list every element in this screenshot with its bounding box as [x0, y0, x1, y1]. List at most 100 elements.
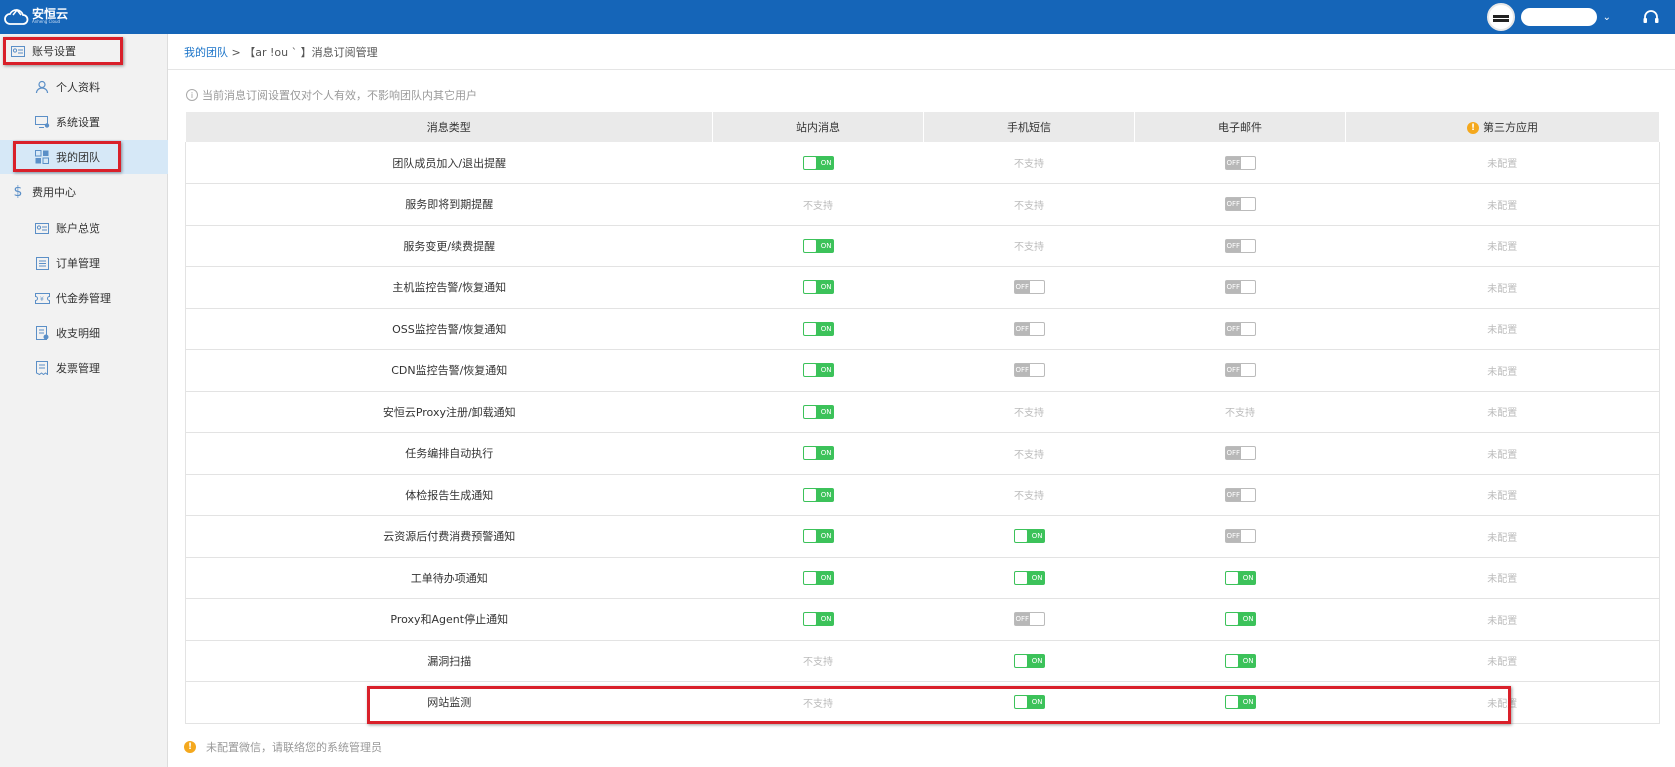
sidebar-item-profile[interactable]: 个人资料 [0, 70, 168, 104]
toggle-in-site[interactable]: ON [802, 155, 834, 170]
toggle-sms[interactable]: OFF [1013, 321, 1045, 336]
table-row: 服务变更/续费提醒 ON 不支持 OFF 未配置 [185, 225, 1660, 267]
breadcrumb-link-my-team[interactable]: 我的团队 [184, 46, 228, 59]
toggle-sms[interactable]: ON [1013, 529, 1045, 544]
toggle-in-site[interactable]: ON [802, 487, 834, 502]
table-row: 网站监测 不支持 ON ON 未配置 [185, 681, 1660, 724]
toggle-label: ON [820, 615, 832, 624]
username-redacted [1520, 8, 1597, 26]
toggle-in-site[interactable]: ON [802, 446, 834, 461]
user-menu[interactable]: ⌄ [1486, 2, 1611, 32]
toggle-in-site[interactable]: ON [802, 404, 834, 419]
cell-status-text: 不支持 [803, 698, 833, 710]
toggle-sms[interactable]: ON [1013, 570, 1045, 585]
cell-status-text: 未配置 [1487, 532, 1518, 544]
sidebar-item-coupon-management[interactable]: ¥ 代金券管理 [0, 281, 168, 315]
sidebar-item-label: 我的团队 [56, 151, 100, 164]
toggle-label: OFF [1226, 283, 1241, 292]
toggle-email[interactable]: ON [1224, 570, 1256, 585]
toggle-sms[interactable]: OFF [1013, 612, 1045, 627]
sidebar-group-label: 账号设置 [32, 45, 76, 58]
toggle-label: OFF [1226, 490, 1241, 499]
cell-third-party: 未配置 [1345, 640, 1660, 682]
footer-note-text: 未配置微信，请联络您的系统管理员 [206, 741, 382, 754]
toggle-in-site[interactable]: ON [802, 238, 834, 253]
table-row: OSS监控告警/恢复通知 ON OFF OFF 未配置 [185, 308, 1660, 350]
cell-status-text: 未配置 [1487, 449, 1518, 461]
toggle-email[interactable]: OFF [1224, 487, 1256, 502]
cell-message-type: 工单待办项通知 [185, 557, 713, 599]
toggle-label: OFF [1226, 366, 1241, 375]
toggle-label: ON [820, 532, 832, 541]
toggle-email[interactable]: OFF [1224, 280, 1256, 295]
cell-sms: 不支持 [923, 391, 1135, 433]
toggle-in-site[interactable]: ON [802, 363, 834, 378]
sidebar-item-label: 收支明细 [56, 327, 100, 340]
cell-third-party: 未配置 [1345, 515, 1660, 558]
headset-icon[interactable] [1641, 7, 1661, 27]
toggle-sms[interactable]: ON [1013, 695, 1045, 710]
user-icon [34, 80, 50, 94]
sidebar-group-account-settings[interactable]: 账号设置 [0, 34, 168, 68]
cell-email: ON [1134, 557, 1346, 599]
cell-in-site: ON [712, 349, 924, 392]
toggle-email[interactable]: OFF [1224, 321, 1256, 336]
cell-email: 不支持 [1134, 391, 1346, 433]
cell-sms: OFF [923, 308, 1135, 350]
toggle-in-site[interactable]: ON [802, 529, 834, 544]
sidebar-item-account-overview[interactable]: 账户总览 [0, 211, 168, 245]
toggle-label: OFF [1226, 241, 1241, 250]
cell-third-party: 未配置 [1345, 432, 1660, 475]
toggle-email[interactable]: OFF [1224, 197, 1256, 212]
toggle-in-site[interactable]: ON [802, 280, 834, 295]
cell-email: ON [1134, 640, 1346, 682]
cell-email: OFF [1134, 474, 1346, 516]
info-icon: i [186, 89, 198, 101]
cell-in-site: ON [712, 598, 924, 641]
sidebar-item-invoice-management[interactable]: 发票管理 [0, 351, 168, 385]
cell-message-type: 体检报告生成通知 [185, 474, 713, 516]
avatar[interactable] [1486, 3, 1515, 31]
toggle-label: ON [1242, 573, 1254, 582]
toggle-sms[interactable]: ON [1013, 653, 1045, 668]
toggle-label: ON [820, 573, 832, 582]
chevron-down-icon[interactable]: ⌄ [1603, 12, 1611, 23]
cell-sms: ON [923, 681, 1135, 724]
cell-in-site: ON [712, 474, 924, 516]
toggle-email[interactable]: OFF [1224, 446, 1256, 461]
brand-logo[interactable]: 安恒云 Anheng Cloud [4, 5, 68, 29]
toggle-label: ON [820, 324, 832, 333]
subscription-table: 消息类型 站内消息 手机短信 电子邮件 ! 第三方应用 团队成员加入/退出提醒 ON… [185, 112, 1660, 724]
toggle-email[interactable]: OFF [1224, 155, 1256, 170]
sidebar-group-billing[interactable]: $ 费用中心 [0, 175, 168, 209]
cell-email: OFF [1134, 349, 1346, 392]
sidebar-item-label: 账户总览 [56, 222, 100, 235]
sidebar-item-system-settings[interactable]: 系统设置 [0, 105, 168, 139]
cell-email: ON [1134, 598, 1346, 641]
toggle-email[interactable]: ON [1224, 695, 1256, 710]
sidebar-item-label: 订单管理 [56, 257, 100, 270]
cell-status-text: 不支持 [1225, 408, 1255, 420]
toggle-sms[interactable]: OFF [1013, 280, 1045, 295]
sidebar-item-order-management[interactable]: 订单管理 [0, 246, 168, 280]
table-body: 团队成员加入/退出提醒 ON 不支持 OFF 未配置 服务即将到期提醒 不支持 不支持 OFF 未… [185, 142, 1660, 724]
sidebar-item-transaction-details[interactable]: 收支明细 [0, 316, 168, 350]
toggle-label: OFF [1226, 532, 1241, 541]
toggle-in-site[interactable]: ON [802, 612, 834, 627]
toggle-email[interactable]: ON [1224, 653, 1256, 668]
toggle-in-site[interactable]: ON [802, 570, 834, 585]
detail-icon [34, 326, 50, 340]
toggle-email[interactable]: OFF [1224, 238, 1256, 253]
column-header-third-party: ! 第三方应用 [1345, 112, 1660, 142]
toggle-email[interactable]: OFF [1224, 529, 1256, 544]
cell-status-text: 未配置 [1487, 491, 1518, 503]
toggle-email[interactable]: OFF [1224, 363, 1256, 378]
toggle-label: OFF [1226, 449, 1241, 458]
table-row: CDN监控告警/恢复通知 ON OFF OFF 未配置 [185, 349, 1660, 392]
sidebar-item-my-team[interactable]: 我的团队 [0, 140, 168, 174]
toggle-sms[interactable]: OFF [1013, 363, 1045, 378]
table-row: 任务编排自动执行 ON 不支持 OFF 未配置 [185, 432, 1660, 475]
toggle-in-site[interactable]: ON [802, 321, 834, 336]
cell-status-text: 未配置 [1487, 574, 1518, 586]
toggle-email[interactable]: ON [1224, 612, 1256, 627]
